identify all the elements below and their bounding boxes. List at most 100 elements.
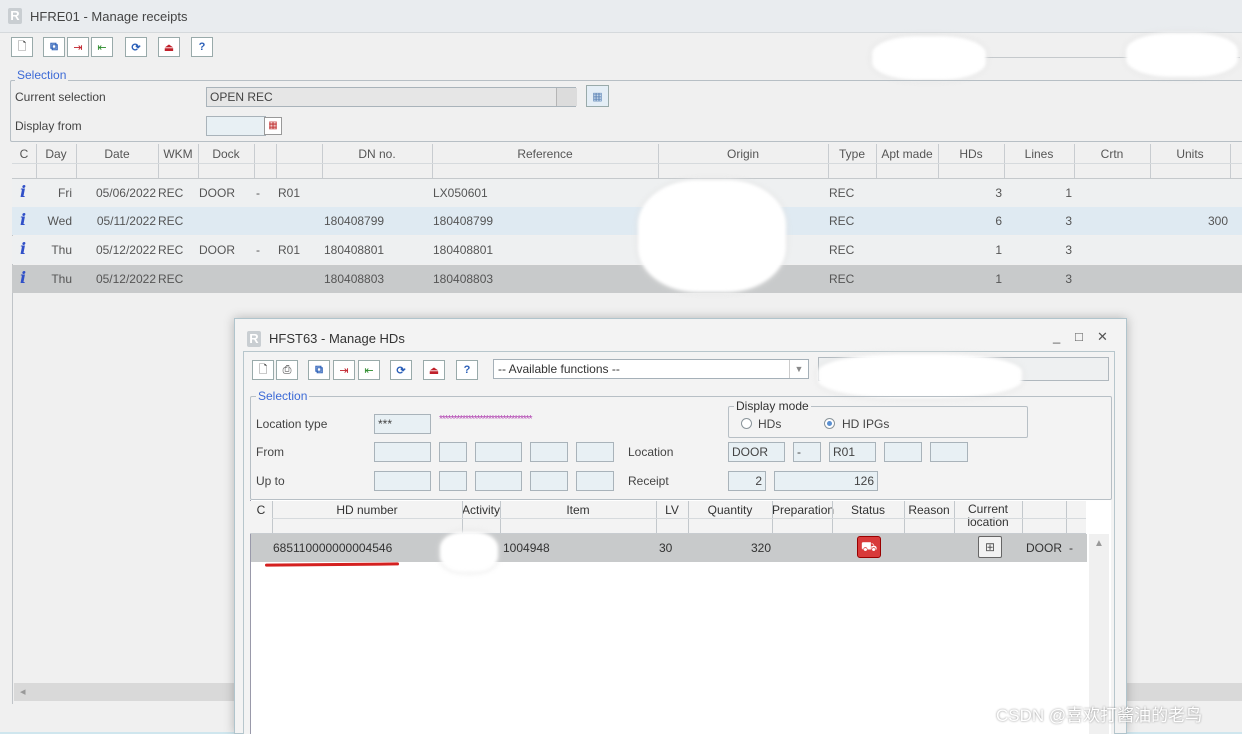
upto-field-1[interactable] <box>374 471 431 491</box>
import-button[interactable]: ⇤ <box>91 37 113 57</box>
hd-col-item[interactable]: Item <box>500 503 656 517</box>
current-selection-dropdown[interactable] <box>556 88 577 106</box>
new-document-button[interactable]: 🗋 <box>11 37 33 57</box>
hd-col-lv[interactable]: LV <box>656 503 688 517</box>
hd-col-quantity[interactable]: Quantity <box>688 503 772 517</box>
close-icon[interactable]: ✕ <box>1097 329 1108 345</box>
table-row[interactable]: i Fri 05/06/2022 REC DOOR - R01 LX050601… <box>12 179 1242 207</box>
cell-wkm: REC <box>158 186 184 200</box>
maximize-icon[interactable]: □ <box>1075 329 1083 344</box>
location-field-3[interactable]: R01 <box>829 442 876 462</box>
col-header-wkm[interactable]: WKM <box>158 147 198 161</box>
col-header-reference[interactable]: Reference <box>432 147 658 161</box>
upto-field-3[interactable] <box>475 471 522 491</box>
functions-select[interactable]: -- Available functions -- ▼ <box>493 359 809 379</box>
cell-date: 05/12/2022 <box>95 243 156 257</box>
cell-hds: 1 <box>995 272 1002 286</box>
copy-button[interactable]: ⧉ <box>43 37 65 57</box>
hd-col-preparation[interactable]: Preparation <box>772 503 834 517</box>
hd-grid-header: C HD number Activity Item LV Quantity Pr… <box>250 501 1086 534</box>
info-icon[interactable]: i <box>20 210 26 229</box>
col-header-lines[interactable]: Lines <box>1004 147 1074 161</box>
copy-button[interactable]: ⧉ <box>308 360 330 380</box>
scroll-up-icon[interactable]: ▲ <box>1094 538 1104 549</box>
redacted-origin <box>638 180 786 292</box>
location-tree-icon[interactable]: ⊞ <box>978 536 1002 558</box>
help-button[interactable]: ? <box>456 360 478 380</box>
location-field-5[interactable] <box>930 442 968 462</box>
from-field-2[interactable] <box>439 442 467 462</box>
col-header-type[interactable]: Type <box>828 147 876 161</box>
print-button[interactable]: ⎙ <box>276 360 298 380</box>
main-titlebar: R HFRE01 - Manage receipts <box>0 0 1242 33</box>
col-header-units[interactable]: Units <box>1150 147 1230 161</box>
location-type-label: Location type <box>256 417 328 431</box>
col-header-dn-no[interactable]: DN no. <box>322 147 432 161</box>
chevron-down-icon[interactable]: ▼ <box>789 360 808 378</box>
hd-col-c[interactable]: C <box>250 503 272 517</box>
hd-col-current-location[interactable]: Current location <box>954 503 1022 529</box>
new-document-button[interactable]: 🗋 <box>252 360 274 380</box>
hd-col-status[interactable]: Status <box>832 503 904 517</box>
cell-lines: 3 <box>1065 214 1072 228</box>
import-button[interactable]: ⇤ <box>358 360 380 380</box>
col-header-day[interactable]: Day <box>36 147 76 161</box>
from-field-5[interactable] <box>576 442 614 462</box>
info-icon[interactable]: i <box>20 268 26 287</box>
current-selection-field[interactable]: OPEN REC <box>206 87 576 107</box>
info-icon[interactable]: i <box>20 182 26 201</box>
info-icon[interactable]: i <box>20 239 26 258</box>
cell-dash: - <box>256 186 260 200</box>
location-field-1[interactable]: DOOR <box>728 442 785 462</box>
hd-col-activity[interactable]: Activity <box>462 503 500 517</box>
location-field-4[interactable] <box>884 442 922 462</box>
scroll-left-icon[interactable]: ◂ <box>20 685 26 698</box>
display-from-label: Display from <box>15 119 82 133</box>
help-button[interactable]: ? <box>191 37 213 57</box>
col-header-c[interactable]: C <box>12 147 36 161</box>
col-header-crtn[interactable]: Crtn <box>1074 147 1150 161</box>
hd-col-number[interactable]: HD number <box>272 503 462 517</box>
location-field-2[interactable]: - <box>793 442 821 462</box>
col-header-hds[interactable]: HDs <box>938 147 1004 161</box>
from-field-4[interactable] <box>530 442 568 462</box>
exit-button[interactable]: ⏏ <box>423 360 445 380</box>
location-type-field[interactable]: *** <box>374 414 431 434</box>
table-row[interactable]: i Wed 05/11/2022 REC 180408799 180408799… <box>12 207 1242 235</box>
col-header-date[interactable]: Date <box>76 147 158 161</box>
watermark: CSDN @喜欢打酱油的老鸟 <box>996 706 1203 725</box>
mode-hds-radio[interactable] <box>741 418 752 429</box>
hd-table-row[interactable]: 685110000000004546 1004948 30 320 ⛟ ⊞ DO… <box>251 534 1087 562</box>
from-field-3[interactable] <box>475 442 522 462</box>
export-button[interactable]: ⇥ <box>67 37 89 57</box>
selection-picker-button[interactable]: ▦ <box>586 85 609 107</box>
minimize-icon[interactable]: _ <box>1053 329 1060 344</box>
grid-icon: ▦ <box>592 90 603 103</box>
help-icon: ? <box>463 364 471 376</box>
table-row[interactable]: i Thu 05/12/2022 REC 180408803 180408803… <box>12 265 1242 293</box>
from-field-1[interactable] <box>374 442 431 462</box>
refresh-button[interactable]: ⟳ <box>125 37 147 57</box>
import-icon: ⇤ <box>97 41 107 54</box>
col-header-dock[interactable]: Dock <box>198 147 254 161</box>
mode-hd-ipgs-radio[interactable] <box>824 418 835 429</box>
table-row[interactable]: i Thu 05/12/2022 REC DOOR - R01 18040880… <box>12 236 1242 264</box>
col-header-origin[interactable]: Origin <box>658 147 828 161</box>
exit-button[interactable]: ⏏ <box>158 37 180 57</box>
receipt-field-2[interactable]: 126 <box>774 471 878 491</box>
display-from-field[interactable] <box>206 116 266 136</box>
upto-field-2[interactable] <box>439 471 467 491</box>
receipt-field-1[interactable]: 2 <box>728 471 766 491</box>
upto-field-4[interactable] <box>530 471 568 491</box>
truck-status-icon[interactable]: ⛟ <box>857 536 881 558</box>
exit-icon: ⏏ <box>428 364 440 377</box>
export-button[interactable]: ⇥ <box>333 360 355 380</box>
col-header-apt-made[interactable]: Apt made <box>876 147 938 161</box>
copy-icon: ⧉ <box>315 363 323 376</box>
upto-field-5[interactable] <box>576 471 614 491</box>
cell-type: REC <box>829 214 855 228</box>
calendar-icon[interactable]: ▦ <box>264 117 282 135</box>
refresh-button[interactable]: ⟳ <box>390 360 412 380</box>
new-document-icon: 🗋 <box>17 40 27 53</box>
hd-col-reason[interactable]: Reason <box>904 503 954 517</box>
